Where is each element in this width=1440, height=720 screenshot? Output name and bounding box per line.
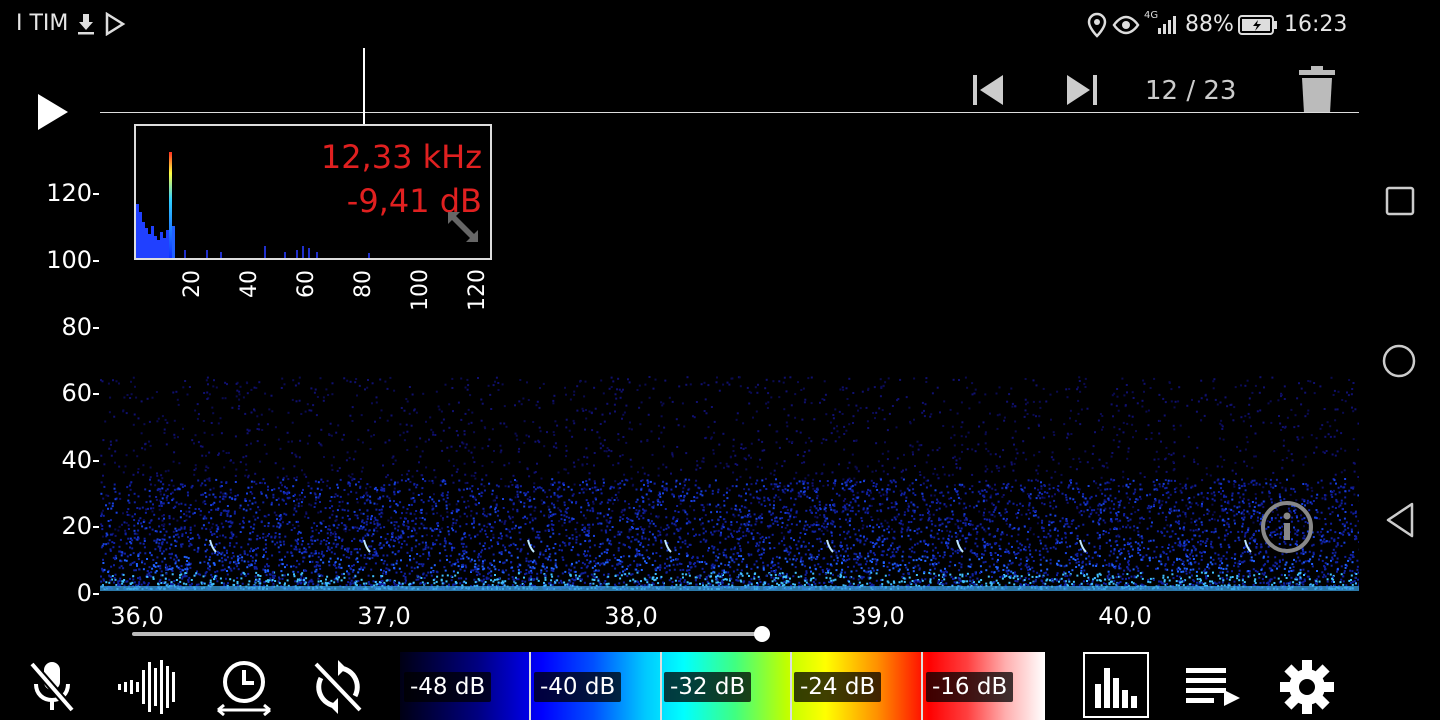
time-scale-button[interactable] — [214, 660, 274, 716]
recents-button[interactable] — [1385, 186, 1415, 216]
x-tick-label: 36,0 — [110, 602, 164, 630]
location-icon — [1086, 12, 1108, 38]
waveform-button[interactable] — [116, 658, 178, 716]
colorbar-label: -16 dB — [926, 672, 1014, 702]
playlist-button[interactable] — [1184, 664, 1242, 706]
y-tick-mark — [93, 193, 99, 195]
inset-x-tick-label: 60 — [294, 270, 319, 298]
inset-x-tick-label: 20 — [180, 270, 205, 298]
y-tick-mark — [93, 593, 99, 595]
back-button[interactable] — [1384, 502, 1416, 538]
inset-x-tick-label: 120 — [465, 269, 490, 311]
battery-icon — [1238, 14, 1278, 36]
clock: 16:23 — [1284, 12, 1348, 37]
info-button[interactable] — [1260, 500, 1314, 554]
playback-progress-track[interactable] — [132, 632, 762, 636]
inset-x-tick-label: 100 — [408, 269, 433, 311]
playback-progress-thumb[interactable] — [754, 626, 770, 642]
y-tick-mark — [93, 526, 99, 528]
histogram-button[interactable] — [1083, 652, 1149, 718]
expand-icon[interactable] — [446, 210, 484, 248]
recording-counter: 12 / 23 — [1145, 76, 1237, 106]
y-tick-mark — [93, 327, 99, 329]
next-recording-button[interactable] — [1064, 72, 1100, 108]
colorbar-label: -48 dB — [404, 672, 492, 702]
inset-x-tick-label: 40 — [237, 270, 262, 298]
frequency-readout: 12,33 kHz — [320, 138, 482, 176]
previous-recording-button[interactable] — [970, 72, 1006, 108]
y-tick-label: 20 — [61, 512, 92, 540]
y-tick-label: 40 — [61, 446, 92, 474]
cursor-line[interactable] — [363, 48, 365, 128]
mic-off-button[interactable] — [28, 658, 76, 714]
colorbar-label: -32 dB — [664, 672, 752, 702]
spectrum-inset[interactable]: 12,33 kHz -9,41 dB — [134, 124, 492, 260]
x-tick-label: 39,0 — [851, 602, 905, 630]
delete-button[interactable] — [1298, 66, 1336, 114]
play-store-icon — [104, 12, 126, 36]
y-tick-label: 80 — [61, 313, 92, 341]
y-tick-label: 100 — [46, 246, 92, 274]
x-tick-label: 40,0 — [1098, 602, 1152, 630]
y-tick-mark — [93, 460, 99, 462]
inset-x-tick-label: 80 — [351, 270, 376, 298]
battery-percent: 88% — [1185, 12, 1234, 37]
y-tick-mark — [93, 260, 99, 262]
x-tick-label: 38,0 — [604, 602, 658, 630]
play-button[interactable] — [34, 90, 72, 134]
download-icon — [76, 12, 96, 36]
colorbar-label: -24 dB — [794, 672, 882, 702]
y-tick-label: 0 — [76, 579, 92, 607]
signal-icon — [1150, 12, 1182, 36]
carrier-label: I TIM — [16, 11, 69, 36]
sync-off-button[interactable] — [310, 660, 366, 714]
y-tick-label: 120 — [46, 179, 92, 207]
oscillogram-baseline — [100, 112, 1359, 113]
y-tick-label: 60 — [61, 379, 92, 407]
y-tick-mark — [93, 393, 99, 395]
settings-button[interactable] — [1278, 658, 1336, 716]
eye-icon — [1112, 14, 1140, 36]
colorbar-label: -40 dB — [534, 672, 622, 702]
home-button[interactable] — [1382, 344, 1416, 378]
x-tick-label: 37,0 — [357, 602, 411, 630]
